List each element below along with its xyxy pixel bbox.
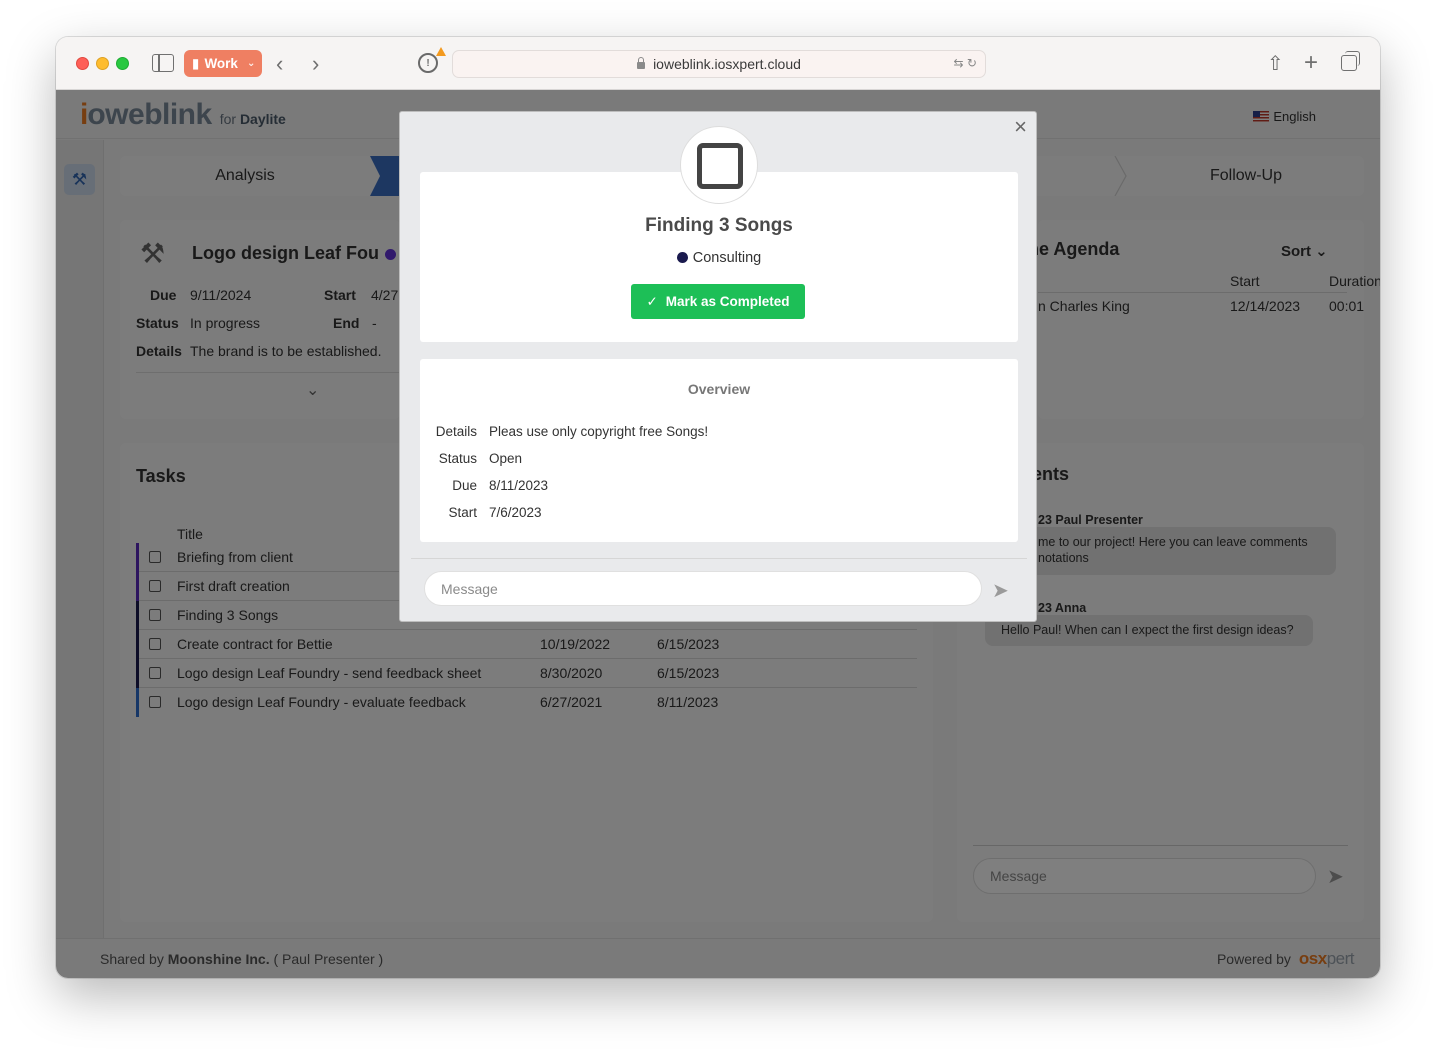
close-window-button[interactable] [76,57,89,70]
overview-value: 7/6/2023 [489,505,542,520]
overview-key: Start [448,505,477,520]
close-icon[interactable]: × [1014,116,1027,138]
send-icon[interactable]: ➤ [992,578,1009,603]
overview-value: Pleas use only copyright free Songs! [489,424,709,439]
checkbox-icon[interactable] [697,143,743,189]
overview-value: Open [489,451,523,466]
category-label: Consulting [692,250,762,266]
tab-overview-icon[interactable] [1341,51,1360,71]
zoom-window-button[interactable] [116,57,129,70]
translate-reload-icon[interactable]: ⇆ ↻ [954,56,977,70]
divider [411,558,1027,559]
minimize-window-button[interactable] [96,57,109,70]
tab-group-label: Work [204,56,238,71]
overview-row-due: Due 8/11/2023 [420,478,1018,496]
mark-completed-label: Mark as Completed [665,294,790,309]
browser-window: ▮ Work ⌄ ‹ › ! ioweblink.iosxpert.cloud … [56,37,1380,978]
browser-toolbar: ▮ Work ⌄ ‹ › ! ioweblink.iosxpert.cloud … [56,37,1380,90]
tab-group-icon: ▮ [192,55,200,71]
privacy-report-icon[interactable]: ! [418,53,438,73]
modal-category: Consulting [400,250,1038,266]
task-icon-circle [680,126,758,204]
back-button[interactable]: ‹ [276,51,283,77]
new-tab-icon[interactable]: + [1304,49,1318,77]
overview-value: 8/11/2023 [489,478,549,493]
address-bar[interactable]: ioweblink.iosxpert.cloud ⇆ ↻ [452,50,986,78]
chevron-down-icon: ⌄ [246,58,256,69]
mark-completed-button[interactable]: ✓ Mark as Completed [631,284,805,319]
overview-row-status: Status Open [420,451,1018,469]
lock-icon [637,56,646,69]
check-icon: ✓ [646,293,658,309]
modal-task-title: Finding 3 Songs [645,215,793,236]
forward-button[interactable]: › [312,51,319,77]
share-icon[interactable]: ⇧ [1267,51,1284,76]
warning-icon [436,47,446,56]
url-text: ioweblink.iosxpert.cloud [653,56,801,72]
overview-card: Overview Details Pleas use only copyrigh… [420,359,1018,542]
overview-row-details: Details Pleas use only copyright free So… [420,424,1018,442]
overview-key: Due [452,478,477,493]
sidebar-toggle-icon[interactable] [152,54,174,72]
overview-key: Status [438,451,477,466]
overview-row-start: Start 7/6/2023 [420,505,1018,523]
overview-title: Overview [687,381,751,397]
category-dot [676,252,688,263]
task-detail-modal: × Finding 3 Songs Consulting ✓ Mark as C… [399,111,1037,622]
modal-message-input[interactable]: Message [424,571,982,606]
overview-key: Details [435,424,477,439]
tab-group-button[interactable]: ▮ Work ⌄ [184,50,262,77]
